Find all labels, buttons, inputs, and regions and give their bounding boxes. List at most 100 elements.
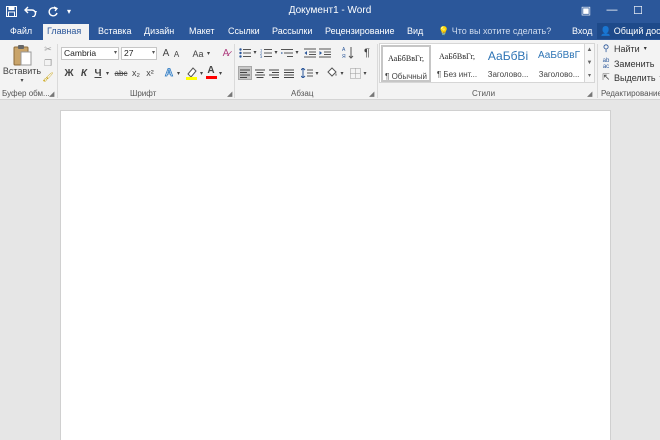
format-painter-icon[interactable]: 🖌 (42, 71, 54, 83)
chevron-down-icon[interactable]: ▾ (252, 46, 258, 59)
strikethrough-button[interactable]: abc (113, 66, 129, 80)
styles-group-label: Стили (472, 89, 496, 98)
style-sample: АаБбВвГ (537, 50, 581, 61)
chevron-down-icon[interactable]: ▾ (104, 66, 111, 80)
underline-button[interactable]: Ч (92, 66, 104, 80)
chevron-down-icon[interactable]: ▾ (294, 46, 300, 59)
document-page[interactable] (60, 110, 611, 440)
style-name: Заголово... (487, 70, 529, 79)
window-title: Документ1 - Word (288, 5, 372, 16)
style-name: ¶ Без инт... (436, 70, 478, 79)
scroll-down-icon[interactable]: ▼ (585, 57, 594, 70)
align-left-icon[interactable] (238, 66, 252, 80)
highlight-icon[interactable] (184, 65, 198, 80)
font-launcher-icon[interactable]: ◢ (227, 90, 232, 98)
tab-view[interactable]: Вид (403, 22, 427, 40)
align-center-icon[interactable] (253, 66, 267, 80)
change-case-button[interactable]: Aa (191, 47, 205, 60)
bold-button[interactable]: Ж (63, 66, 75, 80)
chevron-down-icon[interactable]: ▾ (198, 66, 205, 80)
numbering-icon[interactable]: 123 (259, 46, 273, 59)
style-name: Заголово... (538, 70, 580, 79)
borders-icon[interactable] (348, 66, 362, 80)
cursor-icon: ⇱ (602, 72, 610, 82)
cut-icon[interactable]: ✂ (42, 43, 54, 55)
font-name-combo[interactable]: Cambria ▾ (61, 47, 119, 60)
shrink-font-button[interactable]: A (172, 48, 181, 60)
divider (234, 44, 235, 98)
tab-file[interactable]: Файл (6, 22, 36, 40)
chevron-down-icon[interactable]: ▾ (314, 66, 320, 80)
chevron-down-icon: ▾ (113, 50, 117, 56)
more-styles-icon[interactable]: ▾ (585, 70, 594, 83)
italic-button[interactable]: К (78, 66, 90, 80)
style-heading-1[interactable]: АаБбВі Заголово... (483, 45, 533, 82)
multilevel-list-icon[interactable] (280, 46, 294, 59)
clipboard-group-label: Буфер обм... (2, 89, 50, 98)
clipboard-launcher-icon[interactable]: ◢ (49, 90, 54, 98)
paragraph-group-label: Абзац (291, 89, 314, 98)
tab-design[interactable]: Дизайн (140, 22, 178, 40)
lightbulb-icon: 💡 (438, 26, 450, 36)
clear-formatting-icon[interactable]: A̷ (219, 46, 233, 60)
chevron-down-icon[interactable]: ▾ (217, 66, 224, 80)
copy-icon[interactable]: ❐ (42, 57, 54, 69)
title-bar: ▾ Документ1 - Word ▣ — ☐ (0, 0, 660, 22)
text-effects-button[interactable]: A (163, 65, 175, 80)
subscript-button[interactable]: x₂ (129, 66, 143, 80)
style-heading-2[interactable]: АаБбВвГ Заголово... (534, 45, 584, 82)
find-label: Найти (614, 43, 640, 54)
scroll-up-icon[interactable]: ▲ (585, 44, 594, 57)
tell-me-box[interactable]: 💡 Что вы хотите сделать? (438, 22, 551, 40)
font-color-button[interactable]: A (205, 65, 217, 80)
style-no-spacing[interactable]: АаБбВвГг, ¶ Без инт... (432, 45, 482, 82)
superscript-button[interactable]: x² (143, 66, 157, 80)
chevron-down-icon[interactable]: ▾ (339, 66, 345, 80)
svg-text:3: 3 (260, 54, 263, 58)
styles-launcher-icon[interactable]: ◢ (587, 90, 592, 98)
show-marks-button[interactable]: ¶ (360, 45, 374, 60)
share-button[interactable]: 👤 Общий доступ (597, 23, 660, 39)
tab-review[interactable]: Рецензирование (321, 22, 399, 40)
line-spacing-icon[interactable] (300, 66, 314, 80)
grow-font-button[interactable]: A (161, 47, 171, 60)
shading-icon[interactable] (325, 66, 339, 80)
tab-home[interactable]: Главная (43, 24, 89, 40)
sort-icon[interactable]: AЯ (341, 45, 355, 60)
decrease-indent-icon[interactable] (303, 46, 317, 59)
ribbon-display-options-button[interactable]: ▣ (576, 2, 596, 18)
styles-gallery-scroll[interactable]: ▲ ▼ ▾ (585, 43, 595, 83)
select-label: Выделить (614, 72, 656, 83)
divider (57, 44, 58, 98)
tab-mailings[interactable]: Рассылки (268, 22, 316, 40)
sign-in-link[interactable]: Вход (568, 22, 596, 40)
paste-dropdown-icon[interactable]: ▾ (17, 76, 27, 84)
tab-references[interactable]: Ссылки (224, 22, 264, 40)
document-workspace (0, 101, 660, 440)
chevron-down-icon: ▾ (151, 50, 155, 56)
styles-gallery: АаБбВвГг, ¶ Обычный АаБбВвГг, ¶ Без инт.… (379, 43, 585, 83)
chevron-down-icon[interactable]: ▾ (362, 66, 368, 80)
justify-icon[interactable] (282, 66, 296, 80)
font-size-value: 27 (124, 48, 134, 58)
font-size-combo[interactable]: 27 ▾ (121, 47, 157, 60)
style-normal[interactable]: АаБбВвГг, ¶ Обычный (381, 45, 431, 82)
increase-indent-icon[interactable] (318, 46, 332, 59)
paste-button[interactable]: Вставить (3, 66, 41, 76)
tab-insert[interactable]: Вставка (94, 22, 135, 40)
maximize-button[interactable]: ☐ (628, 2, 648, 18)
paste-icon[interactable] (10, 44, 34, 66)
minimize-button[interactable]: — (602, 2, 622, 18)
align-right-icon[interactable] (267, 66, 281, 80)
tab-layout[interactable]: Макет (185, 22, 218, 40)
bullets-icon[interactable] (238, 46, 252, 59)
find-button[interactable]: ⚲ Найти ▾ (601, 43, 647, 54)
replace-button[interactable]: ab ac Заменить (601, 58, 655, 70)
chevron-down-icon[interactable]: ▾ (175, 66, 182, 80)
style-sample: АаБбВі (487, 49, 529, 63)
paragraph-launcher-icon[interactable]: ◢ (369, 90, 374, 98)
select-button[interactable]: ⇱ Выделить ▾ (601, 72, 660, 83)
chevron-down-icon[interactable]: ▾ (273, 46, 279, 59)
chevron-down-icon[interactable]: ▾ (205, 47, 212, 60)
font-group-label: Шрифт (130, 89, 157, 98)
